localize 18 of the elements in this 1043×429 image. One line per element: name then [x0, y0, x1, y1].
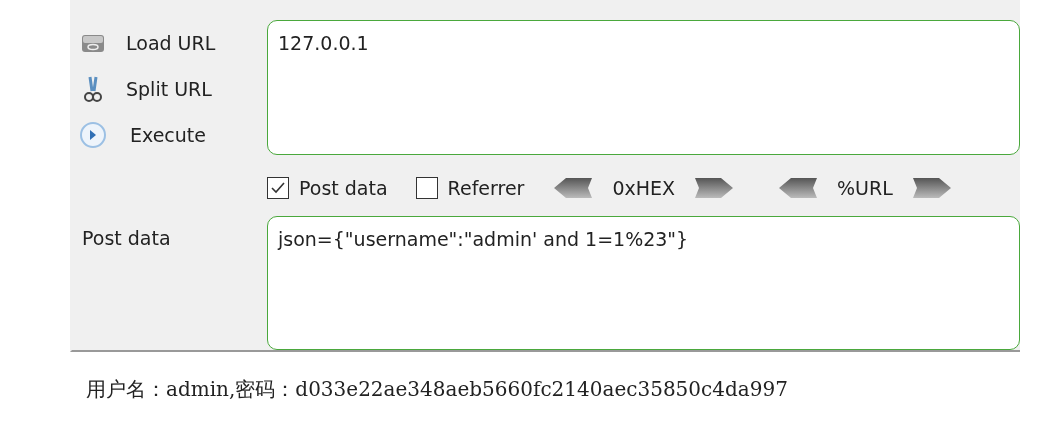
post-data-label: Post data [82, 227, 171, 249]
scissors-icon [83, 75, 103, 103]
action-button[interactable]: Execute [72, 112, 212, 158]
right-arrow-icon[interactable] [910, 176, 953, 200]
encoder-label: 0xHEX [612, 175, 676, 201]
play-icon [79, 121, 107, 149]
post-data-field[interactable]: json={"username":"admin' and 1=1%23"} [267, 216, 1020, 350]
action-button[interactable]: Split URL [72, 66, 218, 112]
result-text: 用户名：admin,密码：d033e22ae348aeb5660fc2140aec35850c4da997 [86, 377, 788, 401]
action-button[interactable]: Load URL [72, 20, 222, 66]
url-field[interactable]: 127.0.0.1 [267, 20, 1020, 155]
drive-icon [80, 32, 106, 54]
checkbox-option[interactable]: Post data [267, 173, 388, 203]
checkbox-option[interactable]: Referrer [415, 173, 525, 203]
left-arrow-icon[interactable] [552, 176, 595, 200]
check-icon [270, 181, 286, 195]
encoder-label: %URL [837, 175, 893, 201]
left-arrow-icon[interactable] [777, 176, 820, 200]
